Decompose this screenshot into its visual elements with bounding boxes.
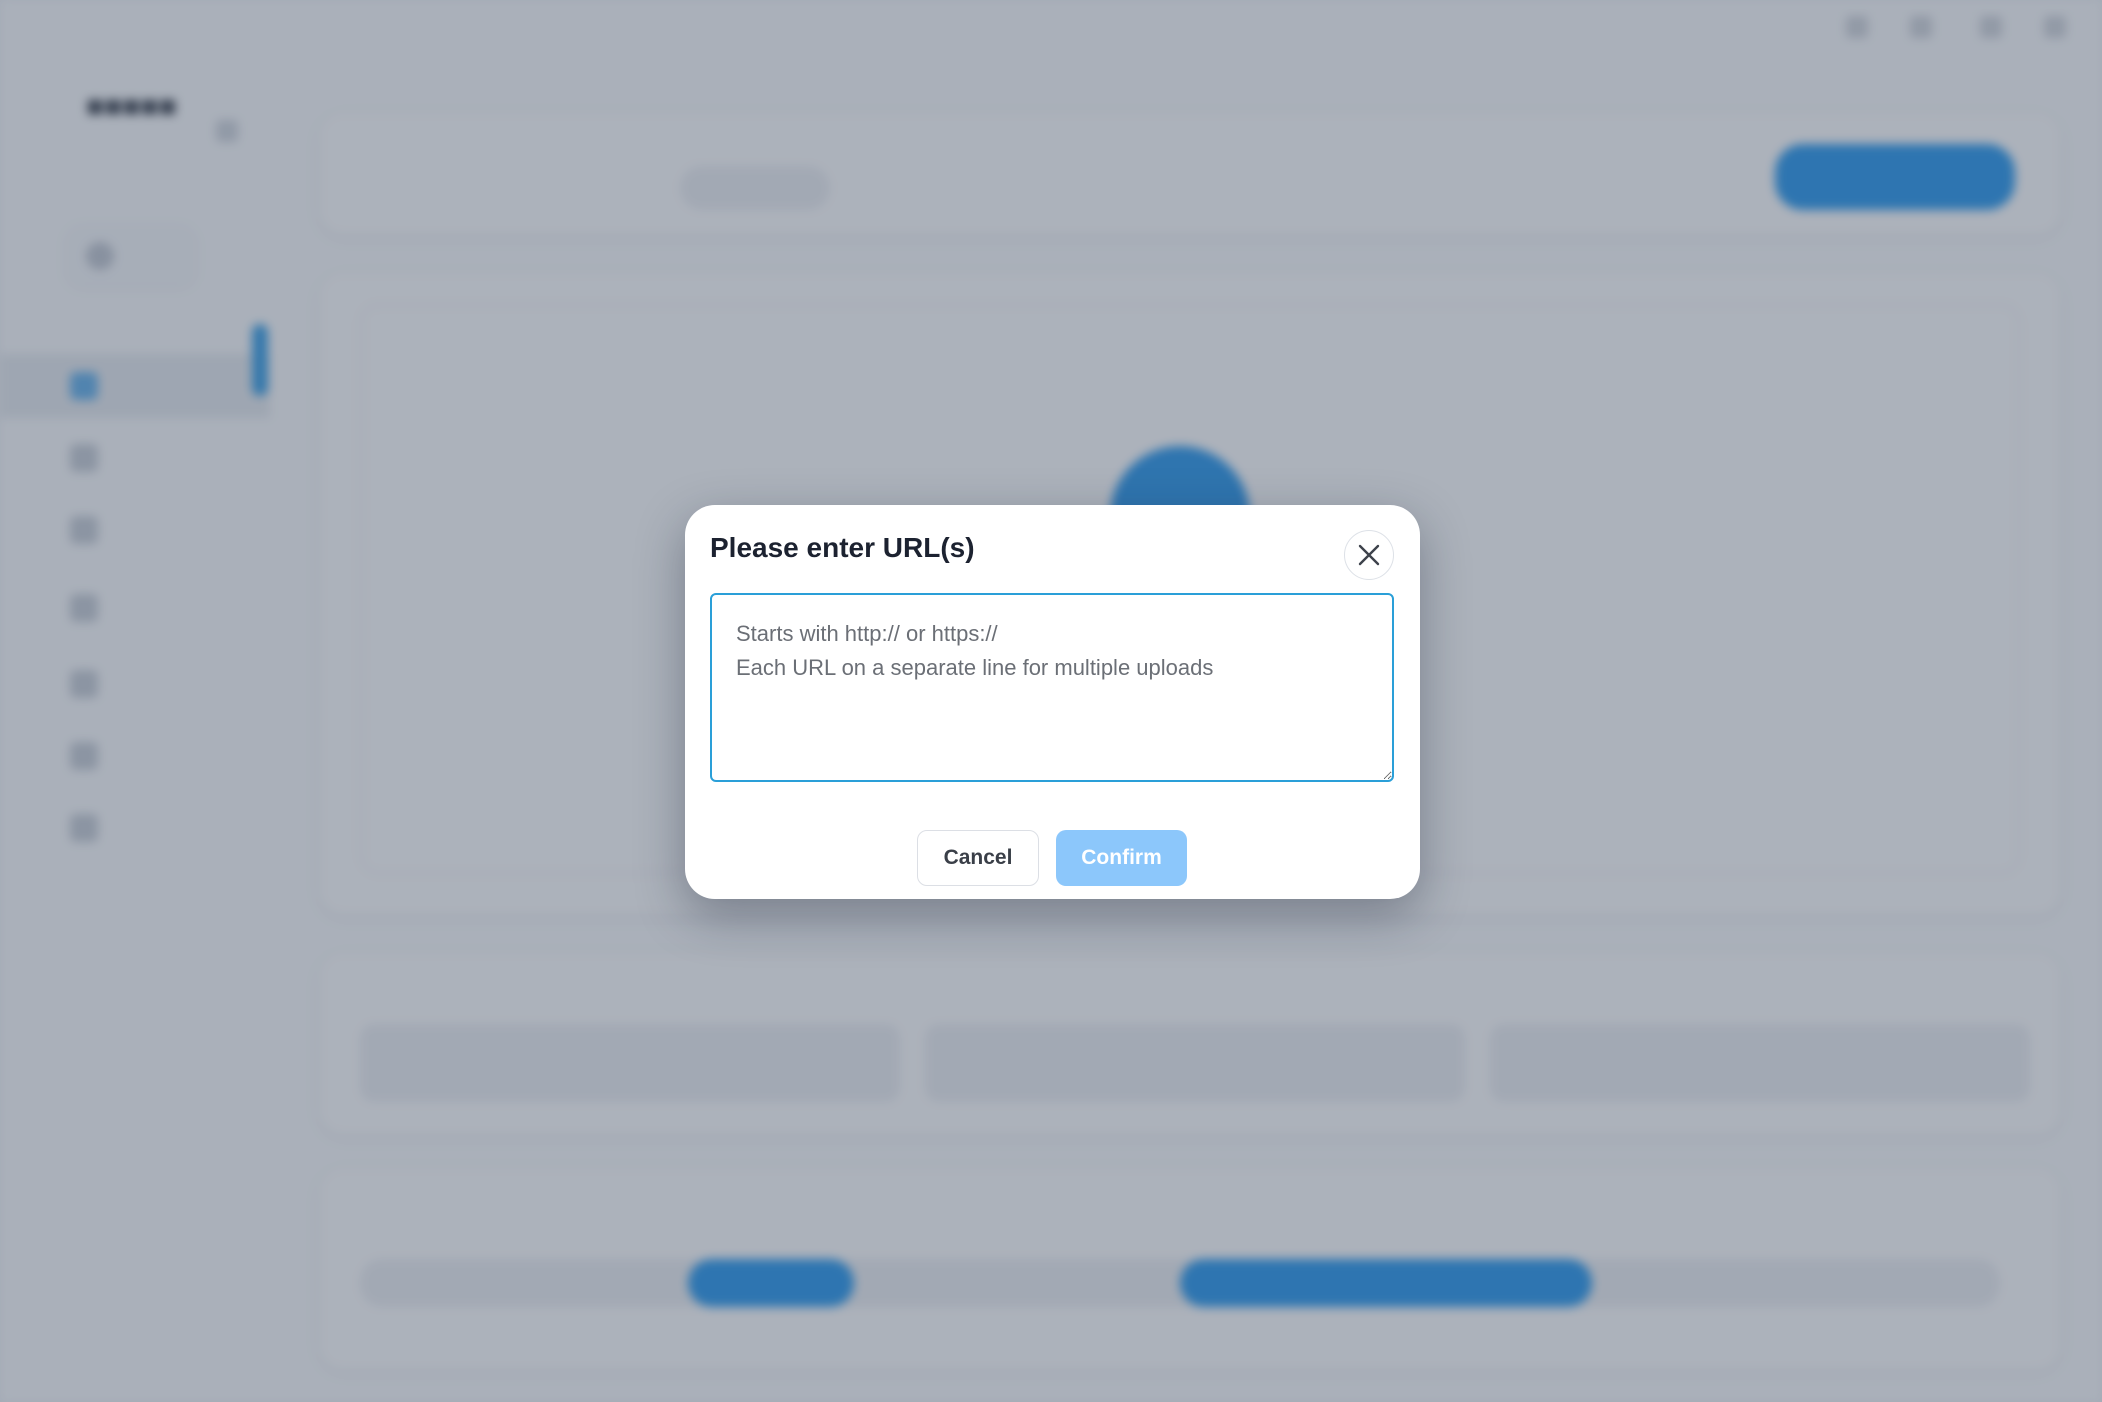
close-button[interactable] xyxy=(1344,530,1394,580)
dialog-title: Please enter URL(s) xyxy=(710,532,975,563)
url-upload-dialog: Please enter URL(s) Cancel Confirm xyxy=(685,505,1420,899)
url-textarea[interactable] xyxy=(710,593,1394,782)
confirm-button[interactable]: Confirm xyxy=(1056,830,1187,886)
cancel-button[interactable]: Cancel xyxy=(917,830,1039,886)
close-icon xyxy=(1358,544,1380,566)
